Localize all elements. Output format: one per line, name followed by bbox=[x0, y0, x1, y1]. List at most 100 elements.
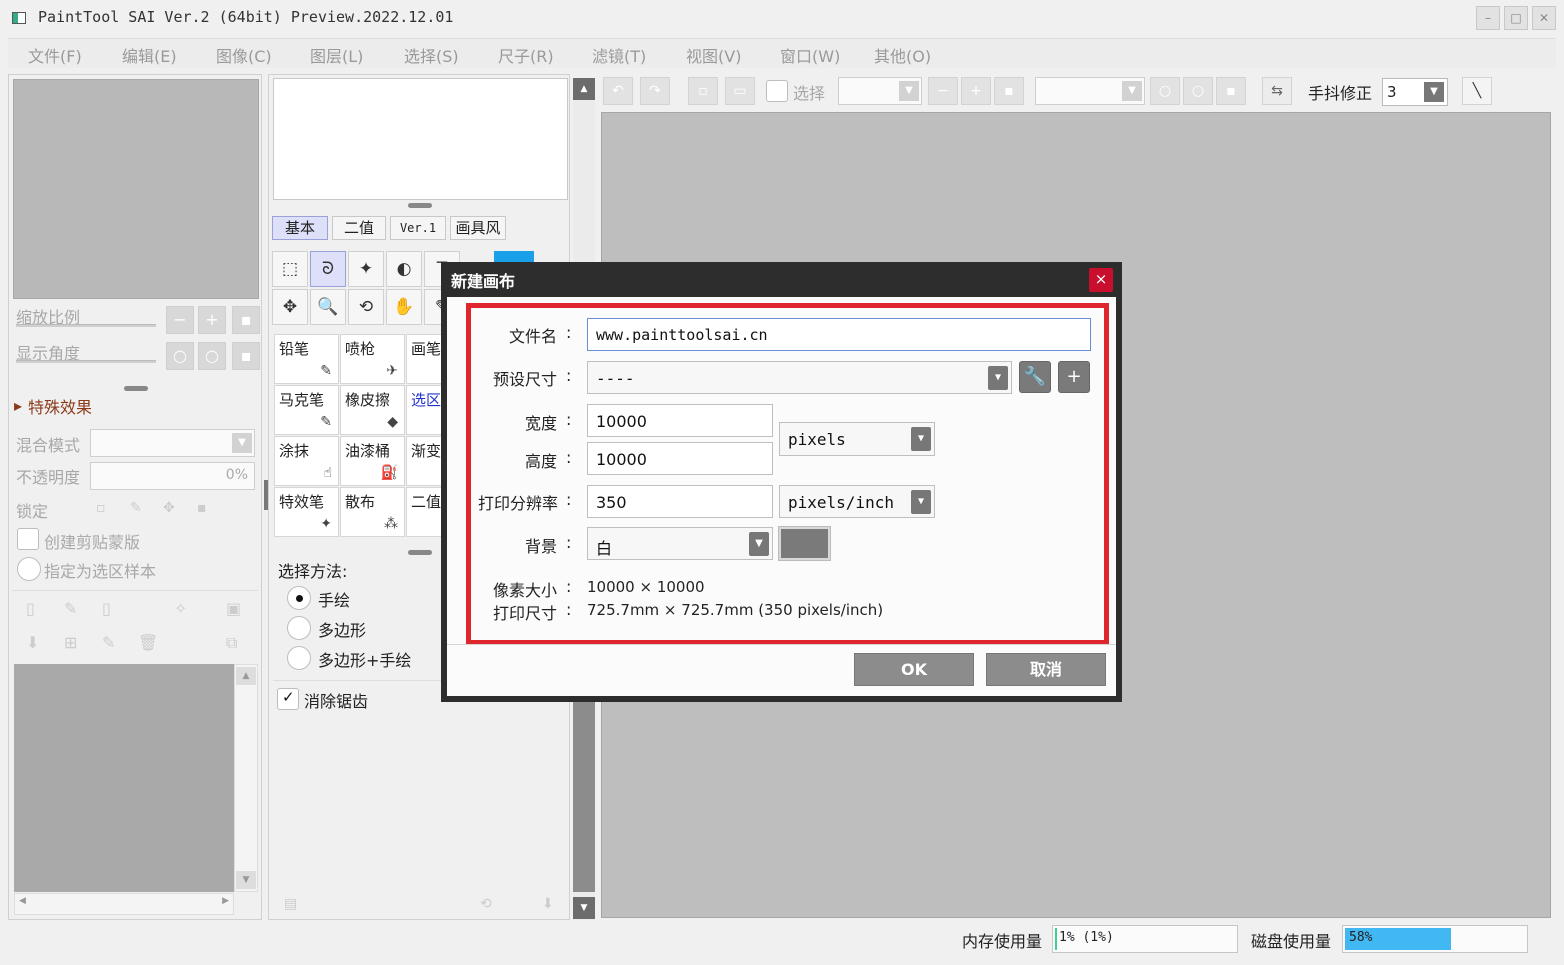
rotate-icon[interactable]: ⟲ bbox=[348, 289, 384, 325]
color-splitter[interactable] bbox=[408, 203, 432, 208]
tab-basic[interactable]: 基本 bbox=[272, 216, 328, 240]
cancel-button[interactable]: 取消 bbox=[986, 653, 1106, 686]
menu-image[interactable]: 图像(C) bbox=[216, 43, 272, 67]
zoom-reset-button[interactable]: ▪ bbox=[232, 306, 260, 334]
zoom-out-button[interactable]: − bbox=[166, 306, 194, 334]
duplicate-icon[interactable]: ⧉ bbox=[226, 633, 237, 653]
tab-binary[interactable]: 二值 bbox=[332, 216, 386, 240]
new-layer-icon[interactable]: ▯ bbox=[26, 599, 35, 618]
new-folder-icon[interactable]: ▯ bbox=[102, 599, 111, 618]
rotation-slider[interactable] bbox=[16, 360, 156, 363]
ok-button[interactable]: OK bbox=[854, 653, 974, 686]
background-select[interactable]: 白 ▼ bbox=[587, 527, 773, 560]
menu-ruler[interactable]: 尺子(R) bbox=[498, 43, 554, 67]
layer-scrollbar[interactable]: ▲ ▼ bbox=[234, 664, 258, 892]
redo-icon[interactable]: ↷ bbox=[640, 77, 670, 105]
lock-paint-icon[interactable]: ✎ bbox=[130, 500, 142, 516]
brush-bucket[interactable]: 油漆桶 ⛽ bbox=[340, 436, 405, 486]
zoom-fit-icon[interactable]: ▪ bbox=[994, 77, 1024, 105]
clear-icon[interactable]: ✎ bbox=[102, 633, 115, 652]
new-vector-layer-icon[interactable]: ✎ bbox=[64, 599, 77, 618]
navigator-preview[interactable] bbox=[13, 79, 259, 299]
brush-selection-pen[interactable]: 选区笔 bbox=[406, 385, 444, 435]
line-tool-icon[interactable]: ╲ bbox=[1462, 77, 1492, 105]
scroll-down-icon[interactable]: ▼ bbox=[236, 871, 256, 889]
brush-brush[interactable]: 画笔 bbox=[406, 334, 444, 384]
width-input[interactable]: 10000 bbox=[587, 404, 773, 437]
method-mixed-radio[interactable] bbox=[287, 646, 311, 670]
brush-scatter[interactable]: 散布 ⁂ bbox=[340, 487, 405, 537]
zoom-slider[interactable] bbox=[16, 324, 156, 327]
menu-other[interactable]: 其他(O) bbox=[874, 43, 931, 67]
lasso-icon[interactable]: ᘐ bbox=[310, 251, 346, 287]
preset-select[interactable]: ---- ▼ bbox=[587, 361, 1012, 394]
clipboard-icon[interactable]: ▤ bbox=[284, 896, 297, 912]
select-checkbox[interactable] bbox=[766, 80, 788, 102]
zoom-in-icon[interactable]: + bbox=[961, 77, 991, 105]
brush-marker[interactable]: 马克笔 ✎ bbox=[274, 385, 339, 435]
rotate-left-button[interactable]: ○ bbox=[166, 342, 194, 370]
lock-all-icon[interactable]: ▪ bbox=[197, 500, 207, 516]
mask-icon[interactable]: ▣ bbox=[226, 599, 241, 618]
zoom-icon[interactable]: 🔍 bbox=[310, 289, 346, 325]
rotate-right-button[interactable]: ○ bbox=[198, 342, 226, 370]
tab-painter[interactable]: 画具风 bbox=[450, 216, 506, 240]
close-button[interactable]: ✕ bbox=[1532, 6, 1556, 30]
save-tool-icon[interactable]: ⬇ bbox=[542, 896, 554, 912]
selection-source-radio[interactable] bbox=[17, 557, 41, 581]
rotation-select[interactable]: ▼ bbox=[1035, 77, 1145, 105]
panel-splitter[interactable] bbox=[124, 386, 148, 391]
zoom-in-button[interactable]: + bbox=[198, 306, 226, 334]
scroll-right-icon[interactable]: ▶ bbox=[222, 896, 229, 906]
lock-move-icon[interactable]: ✥ bbox=[163, 500, 175, 516]
dialog-close-button[interactable]: × bbox=[1089, 268, 1113, 292]
rotate-reset-button[interactable]: ▪ bbox=[232, 342, 260, 370]
method-freehand-radio[interactable] bbox=[287, 586, 311, 610]
clipping-checkbox[interactable] bbox=[17, 528, 39, 550]
scroll-down-icon[interactable]: ▼ bbox=[573, 897, 595, 919]
scroll-up-icon[interactable]: ▲ bbox=[573, 78, 595, 100]
brush-gradient[interactable]: 渐变 bbox=[406, 436, 444, 486]
add-icon[interactable]: ⊞ bbox=[64, 633, 77, 652]
filename-input[interactable]: www.painttoolsai.cn bbox=[587, 318, 1091, 351]
brush-effect-pen[interactable]: 特效笔 ✦ bbox=[274, 487, 339, 537]
brush-pencil[interactable]: 铅笔 ✎ bbox=[274, 334, 339, 384]
minimize-button[interactable]: – bbox=[1476, 6, 1500, 30]
move-icon[interactable]: ✥ bbox=[272, 289, 308, 325]
method-polygon-radio[interactable] bbox=[287, 616, 311, 640]
resolution-unit-select[interactable]: pixels/inch ▼ bbox=[779, 485, 935, 518]
rotate-reset-icon[interactable]: ▪ bbox=[1216, 77, 1246, 105]
brush-splitter[interactable] bbox=[408, 550, 432, 555]
merge-down-icon[interactable]: ⬇ bbox=[26, 633, 39, 652]
stabilizer-select[interactable]: 3 ▼ bbox=[1382, 78, 1448, 106]
layer-hscrollbar[interactable]: ◀ ▶ bbox=[14, 893, 234, 915]
resolution-input[interactable]: 350 bbox=[587, 485, 773, 518]
trash-icon[interactable]: 🗑 bbox=[138, 633, 158, 652]
menu-filter[interactable]: 滤镜(T) bbox=[592, 43, 646, 67]
hand-icon[interactable]: ✋ bbox=[386, 289, 422, 325]
lock-transparency-icon[interactable]: ▫ bbox=[96, 500, 106, 516]
flip-icon[interactable]: ⇆ bbox=[1262, 77, 1292, 105]
scrollbar-thumb[interactable] bbox=[573, 700, 595, 892]
height-input[interactable]: 10000 bbox=[587, 442, 773, 475]
shape-icon[interactable]: ◐ bbox=[386, 251, 422, 287]
tab-ver1[interactable]: Ver.1 bbox=[390, 216, 446, 240]
antialias-checkbox[interactable]: ✓ bbox=[277, 688, 299, 710]
menu-select[interactable]: 选择(S) bbox=[404, 43, 459, 67]
opacity-slider[interactable]: 0% bbox=[90, 462, 255, 490]
zoom-select[interactable]: ▼ bbox=[838, 77, 922, 105]
size-unit-select[interactable]: pixels ▼ bbox=[779, 422, 935, 456]
undo-icon[interactable]: ↶ bbox=[603, 77, 633, 105]
add-preset-button[interactable]: + bbox=[1058, 361, 1090, 393]
rect-select-icon[interactable]: ⬚ bbox=[272, 251, 308, 287]
color-wheel-area[interactable] bbox=[273, 78, 568, 200]
blend-mode-select[interactable]: ▼ bbox=[90, 429, 255, 457]
menu-view[interactable]: 视图(V) bbox=[686, 43, 741, 67]
maximize-button[interactable]: □ bbox=[1504, 6, 1528, 30]
layer-effect-icon[interactable]: ✧ bbox=[174, 599, 187, 618]
effects-label[interactable]: 特殊效果 bbox=[28, 394, 92, 418]
scroll-left-icon[interactable]: ◀ bbox=[19, 896, 26, 906]
brush-airbrush[interactable]: 喷枪 ✈ bbox=[340, 334, 405, 384]
left-splitter[interactable] bbox=[264, 480, 268, 510]
deselect-icon[interactable]: ▫ bbox=[688, 77, 718, 105]
